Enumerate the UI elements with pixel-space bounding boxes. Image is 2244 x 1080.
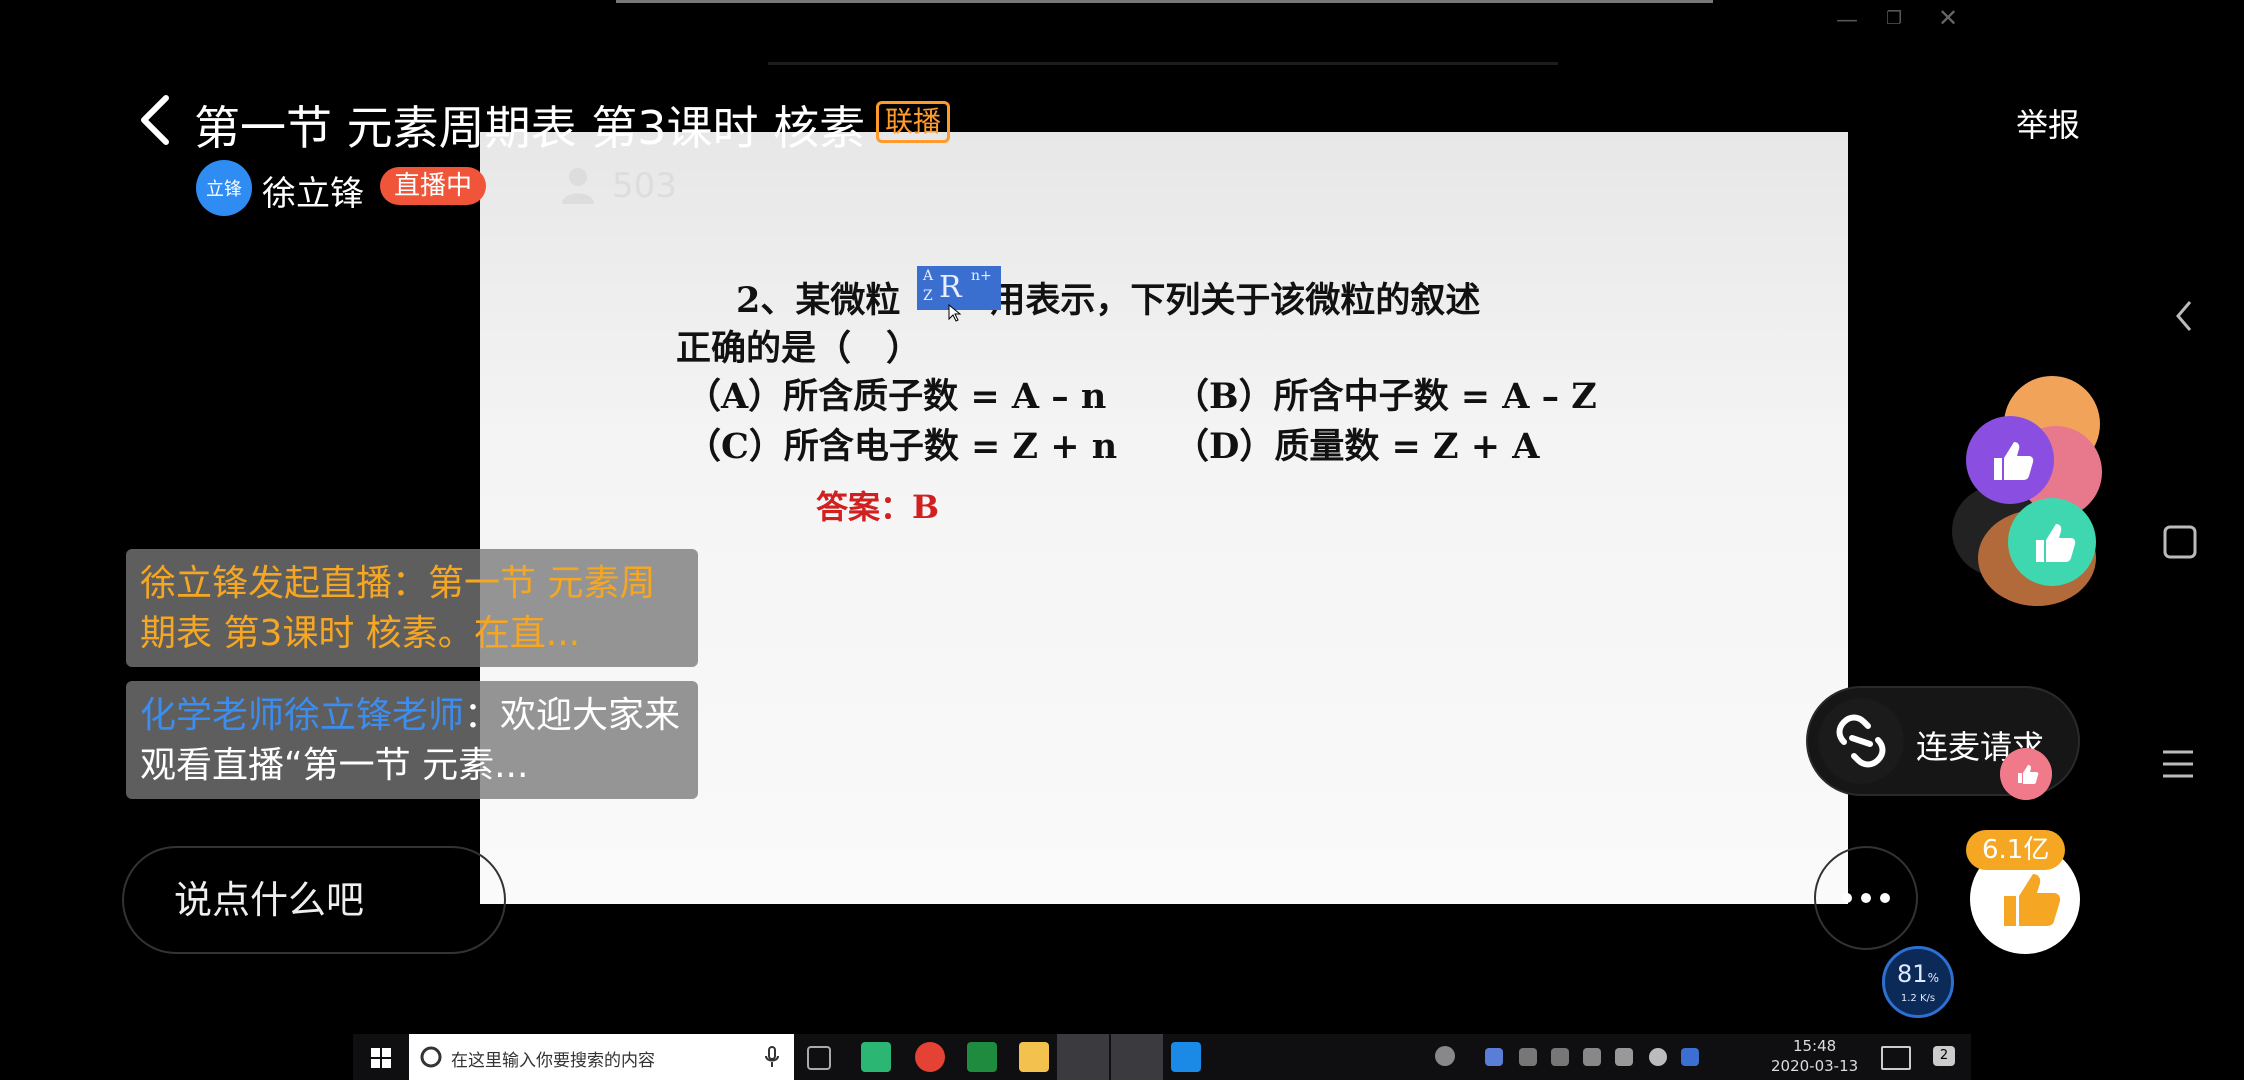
option-a: （A）所含质子数 = A – n: [686, 376, 1107, 417]
viewer-count: 503: [612, 166, 677, 206]
report-button[interactable]: 举报: [2016, 100, 2080, 146]
taskbar-search-placeholder: 在这里输入你要搜索的内容: [451, 1051, 655, 1071]
app-en-icon[interactable]: [967, 1042, 997, 1072]
volume-icon[interactable]: [1615, 1048, 1633, 1066]
answer-text: 答案：B: [816, 488, 940, 526]
notification-icon[interactable]: 2: [1933, 1046, 1955, 1066]
cortana-icon: [420, 1046, 442, 1068]
chat-message-system: 徐立锋发起直播：第一节 元素周期表 第3课时 核素。在直...: [126, 549, 698, 667]
speed-unit: %: [1927, 971, 1939, 985]
nav-back-icon[interactable]: [2172, 296, 2196, 336]
more-dots-icon: [1842, 893, 1890, 903]
floating-like-icon: [1966, 416, 2054, 504]
more-button[interactable]: [1814, 846, 1918, 950]
app-play-icon[interactable]: [861, 1042, 891, 1072]
minimize-icon[interactable]: —: [1836, 8, 1858, 33]
question-line-1: 2、某微粒 用表示，下列关于该微粒的叙述: [736, 272, 1480, 323]
windows-start-icon[interactable]: [371, 1048, 391, 1068]
nav-menu-icon[interactable]: [2160, 746, 2196, 782]
microphone-icon[interactable]: [765, 1046, 779, 1068]
chat-sender[interactable]: 化学老师徐立锋老师: [140, 695, 464, 736]
option-b: （B）所含中子数 = A – Z: [1174, 376, 1597, 417]
tray-icon[interactable]: [1519, 1048, 1537, 1066]
tray-icon[interactable]: [1649, 1048, 1667, 1066]
network-speed-gauge: 81% 1.2 K/s: [1882, 946, 1954, 1018]
restore-icon[interactable]: ❐: [1886, 8, 1902, 29]
active-app-icon[interactable]: [1057, 1034, 1109, 1080]
live-title: 第一节 元素周期表 第3课时 核素: [194, 101, 866, 155]
option-c: （C）所含电子数 = Z + n: [686, 426, 1118, 467]
speed-percent: 81: [1897, 960, 1928, 988]
floating-like-icon: [2008, 498, 2096, 586]
input-method-icon[interactable]: [1881, 1046, 1911, 1070]
chrome-icon[interactable]: [915, 1042, 945, 1072]
option-d: （D）质量数 = Z + A: [1174, 426, 1540, 467]
clock-time: 15:48: [1792, 1037, 1837, 1055]
chat-text: 徐立锋发起直播：第一节 元素周期表 第3课时 核素。在直...: [140, 563, 656, 654]
small-like-icon: [2000, 748, 2052, 800]
atomic-number: Z: [923, 288, 933, 304]
task-view-icon[interactable]: [807, 1046, 831, 1070]
mouse-cursor-icon: [948, 304, 962, 322]
close-icon[interactable]: ✕: [1938, 4, 1958, 32]
live-status-badge: 直播中: [380, 167, 487, 205]
windows-taskbar: 在这里输入你要搜索的内容 15:48 2020-03-13 2: [353, 1034, 1971, 1080]
file-explorer-icon[interactable]: [1019, 1042, 1049, 1072]
nav-square-icon[interactable]: [2162, 524, 2198, 560]
host-avatar[interactable]: 立锋: [196, 160, 252, 216]
ion-charge: n+: [971, 268, 992, 284]
tray-icon[interactable]: [1551, 1048, 1569, 1066]
window-divider: [768, 62, 1558, 65]
mass-number: A: [923, 268, 934, 284]
tray-icon[interactable]: [1485, 1048, 1503, 1066]
viewer-icon: [562, 168, 594, 204]
remote-window-title-bar: [616, 0, 1713, 3]
wifi-icon[interactable]: [1583, 1048, 1601, 1066]
question-prefix: 2、某微粒: [736, 280, 901, 321]
question-line-2: 正确的是（ ）: [676, 328, 922, 369]
like-count-badge: 6.1亿: [1966, 830, 2066, 870]
active-app-icon[interactable]: [1111, 1034, 1163, 1080]
comment-input[interactable]: 说点什么吧: [122, 846, 506, 954]
taskbar-search-box[interactable]: 在这里输入你要搜索的内容: [409, 1034, 794, 1080]
lianbo-badge: 联播: [876, 101, 951, 143]
chat-message: 化学老师徐立锋老师：欢迎大家来观看直播“第一节 元素...: [126, 681, 698, 799]
question-suffix: 用表示，下列关于该微粒的叙述: [990, 280, 1481, 321]
back-arrow-icon[interactable]: [128, 90, 188, 150]
element-symbol: R: [939, 270, 962, 305]
app-blue-icon[interactable]: [1171, 1042, 1201, 1072]
tray-icon[interactable]: [1681, 1048, 1699, 1066]
clock-date: 2020-03-13: [1771, 1057, 1859, 1075]
taskbar-clock[interactable]: 15:48 2020-03-13: [1771, 1036, 1858, 1076]
people-icon[interactable]: [1435, 1046, 1455, 1066]
link-icon: [1818, 698, 1904, 784]
speed-rate: 1.2 K/s: [1900, 993, 1936, 1004]
host-name[interactable]: 徐立锋: [262, 166, 364, 215]
